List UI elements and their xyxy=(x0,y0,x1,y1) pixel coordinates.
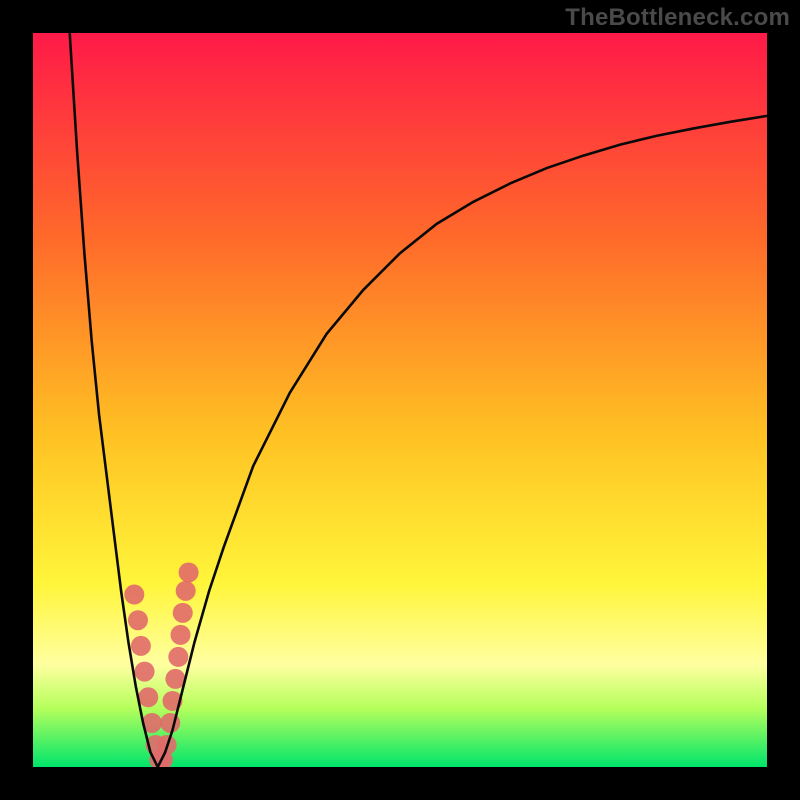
watermark-text: TheBottleneck.com xyxy=(565,4,790,32)
highlight-dot xyxy=(135,662,155,682)
highlight-dot xyxy=(179,562,199,582)
gradient-background xyxy=(33,33,767,767)
highlight-dot xyxy=(168,647,188,667)
highlight-dot xyxy=(176,581,196,601)
highlight-dot xyxy=(128,610,148,630)
plot-area xyxy=(33,33,767,767)
highlight-dot xyxy=(131,636,151,656)
highlight-dot xyxy=(124,585,144,605)
highlight-dot xyxy=(171,625,191,645)
chart-frame: TheBottleneck.com xyxy=(0,0,800,800)
highlight-dot xyxy=(138,687,158,707)
bottleneck-curve-chart xyxy=(33,33,767,767)
highlight-dot xyxy=(173,603,193,623)
